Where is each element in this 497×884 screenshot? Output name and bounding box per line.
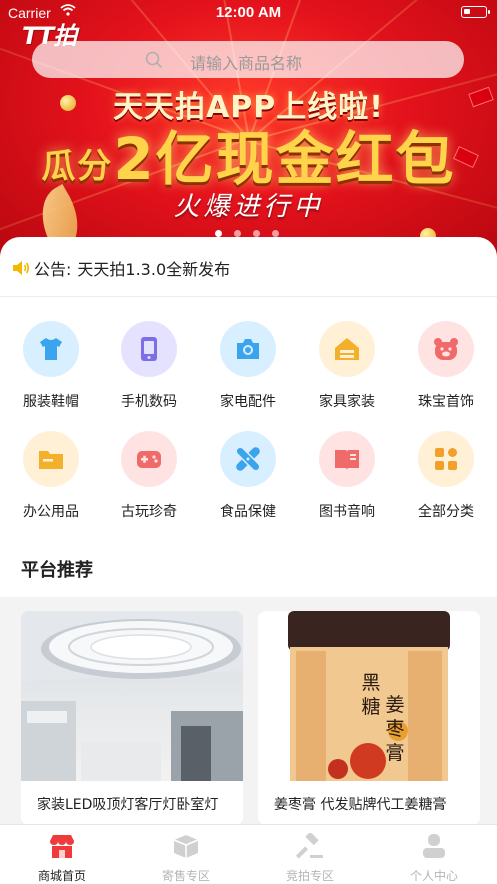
product-image-ceiling-lamp: [21, 611, 243, 781]
banner-main-text: 瓜分2亿现金红包: [0, 112, 497, 196]
jar-char: 枣: [385, 718, 405, 740]
user-icon: [423, 834, 445, 858]
category-icon-bg: [23, 321, 79, 377]
bandage-icon: [235, 446, 261, 472]
category-all[interactable]: 全部分类: [401, 431, 491, 521]
announcement-label: 公告:: [34, 260, 72, 279]
category-label: 家电配件: [220, 394, 276, 410]
jar-char: 姜: [385, 694, 405, 716]
category-label: 全部分类: [418, 504, 474, 520]
category-icon-bg: [418, 321, 474, 377]
category-icon-bg: [319, 321, 375, 377]
book-icon: [335, 450, 359, 470]
bottom-tab-bar: 商城首页 寄售专区 竞拍专区 个人中心: [0, 824, 497, 883]
category-clothing[interactable]: 服装鞋帽: [6, 321, 96, 411]
camera-icon: [237, 339, 259, 359]
category-icon-bg: [23, 431, 79, 487]
gamepad-icon: [137, 451, 161, 468]
announcement-bar[interactable]: 公告: 天天拍1.3.0全新发布: [12, 257, 230, 279]
tab-profile[interactable]: 个人中心: [372, 825, 496, 884]
product-card-led[interactable]: 家装LED吸顶灯客厅灯卧室灯: [21, 611, 243, 825]
category-icon-bg: [220, 431, 276, 487]
tab-consign[interactable]: 寄售专区: [124, 825, 248, 884]
grid-icon: [435, 448, 457, 470]
category-jewelry[interactable]: 珠宝首饰: [401, 321, 491, 411]
category-digital[interactable]: 手机数码: [104, 321, 194, 411]
bear-icon: [434, 338, 458, 360]
jar-label: 黑 糖: [358, 671, 384, 719]
category-icon-bg: [319, 431, 375, 487]
carousel-indicator: [215, 222, 291, 237]
product-card-ginger[interactable]: 黑 糖 姜 枣 膏 姜枣膏 代发贴牌代工姜糖膏: [258, 611, 480, 825]
category-label: 服装鞋帽: [23, 394, 79, 410]
folder-icon: [39, 451, 63, 469]
category-antique[interactable]: 古玩珍奇: [104, 431, 194, 521]
shirt-icon: [40, 338, 62, 360]
category-label: 食品保健: [220, 504, 276, 520]
banner-script-text: 火爆进行中: [173, 192, 324, 222]
jar-char: 膏: [385, 742, 405, 764]
battery-icon: [461, 6, 490, 18]
category-icon-bg: [121, 321, 177, 377]
jar-char: 糖: [361, 696, 381, 718]
phone-icon: [141, 337, 157, 361]
product-title: 家装LED吸顶灯客厅灯卧室灯: [37, 797, 219, 813]
category-label: 图书音响: [319, 504, 375, 520]
tab-label: 竞拍专区: [285, 869, 334, 883]
tab-home[interactable]: 商城首页: [0, 825, 124, 884]
category-label: 古玩珍奇: [121, 504, 177, 520]
category-icon-bg: [418, 431, 474, 487]
category-food[interactable]: 食品保健: [203, 431, 293, 521]
tab-auction[interactable]: 竞拍专区: [248, 825, 372, 884]
banner-prefix: 瓜分: [41, 146, 114, 187]
box-icon: [173, 835, 199, 858]
product-image-jar: 黑 糖 姜 枣 膏: [258, 611, 480, 781]
section-title: 平台推荐: [21, 560, 93, 581]
carousel-dot[interactable]: [253, 230, 260, 237]
category-appliance[interactable]: 家电配件: [203, 321, 293, 411]
carousel-dot[interactable]: [234, 230, 241, 237]
category-books[interactable]: 图书音响: [302, 431, 392, 521]
search-bar[interactable]: 请输入商品名称: [32, 41, 464, 78]
announcement-text: 天天拍1.3.0全新发布: [77, 260, 231, 279]
jar-label: 姜 枣 膏: [382, 693, 408, 765]
search-placeholder: 请输入商品名称: [190, 54, 303, 73]
gavel-icon: [296, 833, 323, 859]
category-label: 珠宝首饰: [418, 394, 474, 410]
tab-label: 个人中心: [409, 869, 458, 883]
carousel-dot[interactable]: [272, 230, 279, 237]
speaker-icon: [13, 261, 30, 275]
product-title: 姜枣膏 代发贴牌代工姜糖膏: [274, 797, 447, 813]
category-icon-bg: [121, 431, 177, 487]
tab-label: 商城首页: [37, 869, 86, 883]
divider: [0, 296, 497, 297]
category-office[interactable]: 办公用品: [6, 431, 96, 521]
category-label: 办公用品: [23, 504, 79, 520]
category-furniture[interactable]: 家具家装: [302, 321, 392, 411]
category-label: 家具家装: [319, 394, 375, 410]
house-icon: [335, 338, 359, 360]
search-icon: [145, 51, 163, 69]
banner-big: 2亿现金红包: [113, 125, 456, 193]
category-label: 手机数码: [121, 394, 177, 410]
carousel-dot[interactable]: [215, 230, 222, 237]
category-icon-bg: [220, 321, 276, 377]
jar-char: 黑: [361, 672, 381, 694]
tab-label: 寄售专区: [161, 869, 210, 883]
shop-icon: [50, 835, 74, 858]
